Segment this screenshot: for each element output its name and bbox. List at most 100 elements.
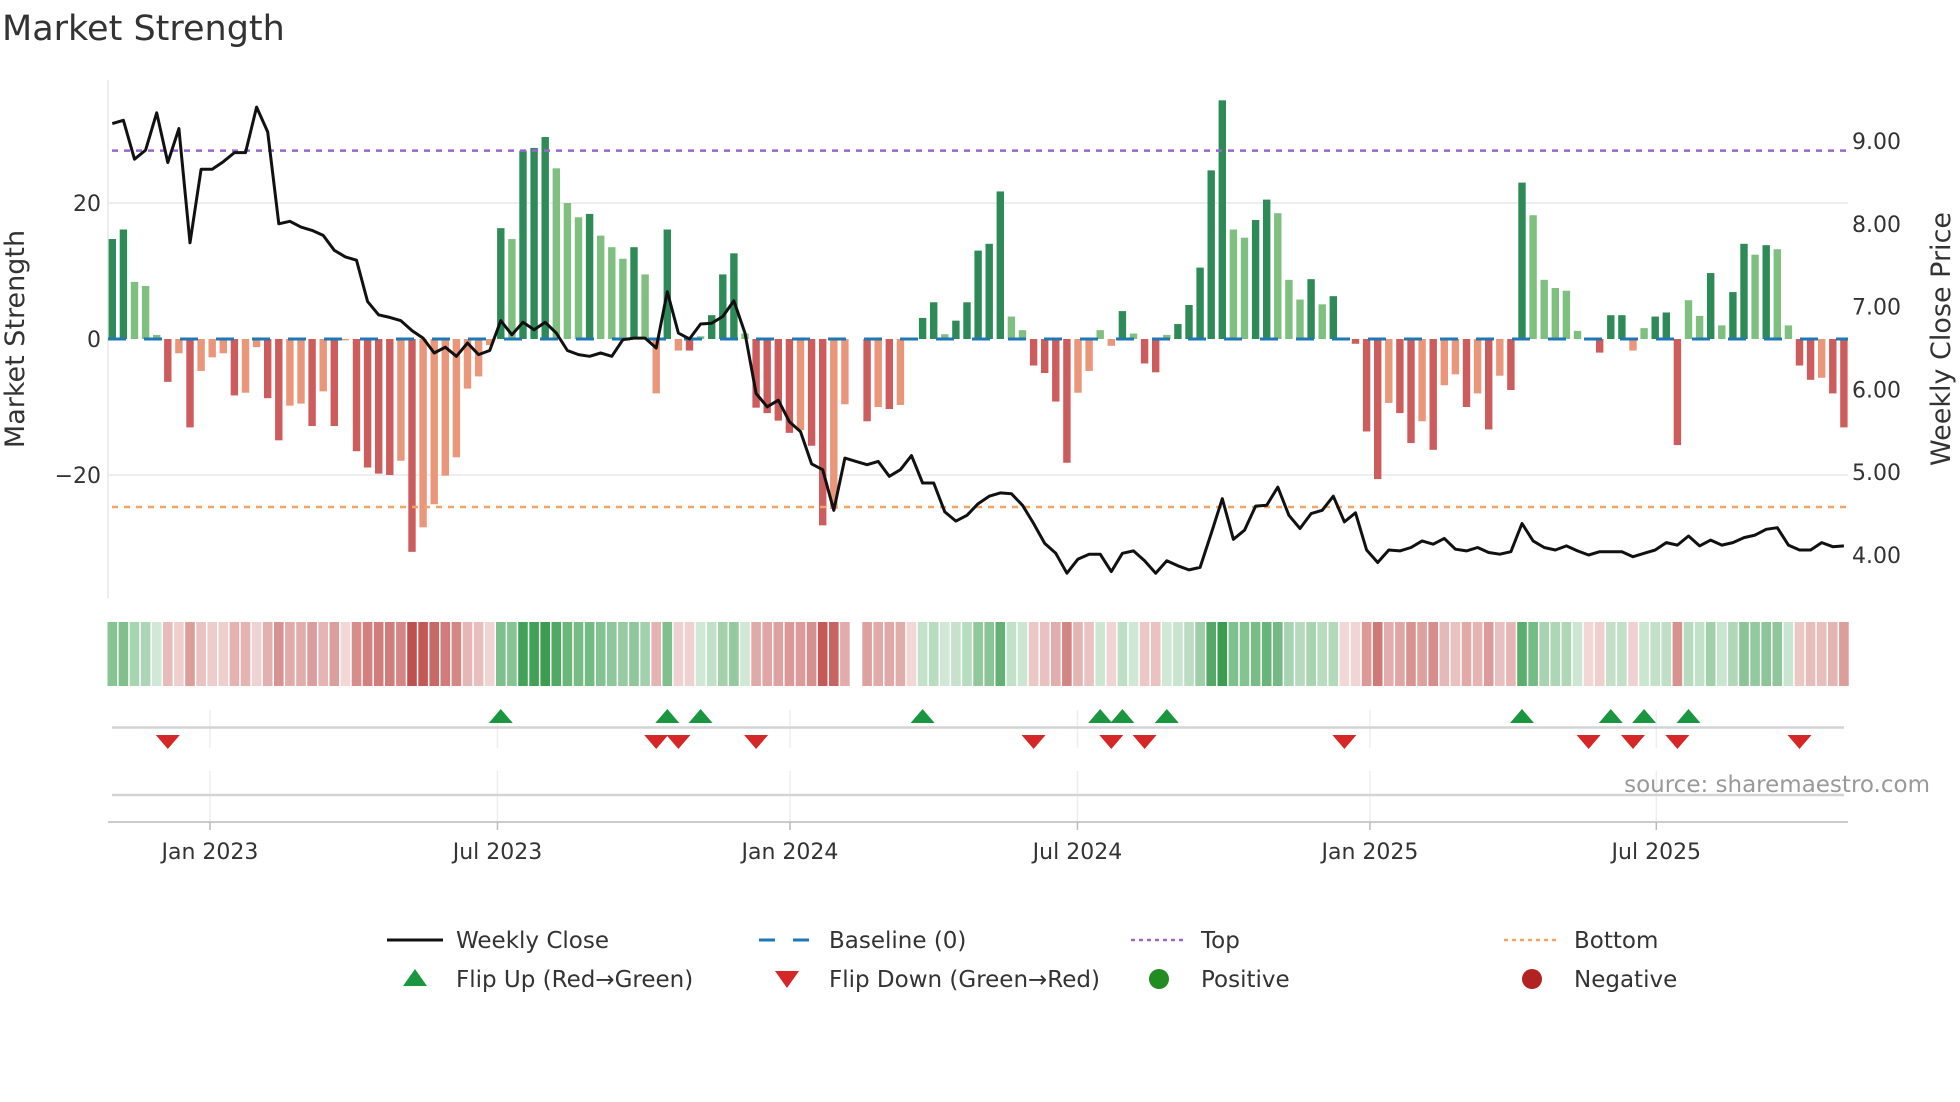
strip-cell (1051, 622, 1061, 686)
strength-bar (597, 235, 605, 339)
legend: Weekly Close Baseline (0) Top Bottom Flip Up… (387, 928, 1677, 993)
strength-bar (1240, 237, 1249, 339)
strip-cell (1428, 622, 1438, 686)
strip-cell (573, 622, 584, 686)
flip-up-marker (1154, 709, 1179, 723)
y2-tick-label: 8.00 (1852, 213, 1901, 238)
strip-cell (307, 622, 317, 686)
strip-cell (1450, 622, 1461, 686)
strip-cell (1139, 622, 1150, 686)
strip-cell (262, 622, 273, 686)
strip-cell (1805, 622, 1816, 686)
strip-cell (1150, 622, 1161, 686)
strength-bar (1251, 220, 1260, 339)
strip-cell (451, 622, 462, 686)
strip-cell (1561, 622, 1572, 686)
strip-cell (218, 622, 229, 686)
strength-bar (1374, 339, 1382, 480)
strength-bar (1473, 339, 1482, 394)
strength-bar (719, 274, 727, 339)
strip-cell (507, 622, 517, 686)
strength-bar (1840, 339, 1848, 428)
strip-cell (1539, 622, 1549, 686)
strength-bar (1218, 100, 1226, 339)
strength-bar (1307, 279, 1315, 339)
strength-bar (1540, 279, 1548, 339)
strip-cell (396, 622, 406, 686)
legend-label: Negative (1574, 967, 1677, 993)
strength-bar (885, 339, 893, 410)
legend-item: Flip Down (Green→Red) (775, 967, 1100, 993)
flip-down-marker (1787, 735, 1812, 749)
strip-cell (240, 622, 251, 686)
chart-title: Market Strength (2, 9, 285, 49)
circle-icon (1149, 969, 1169, 989)
strength-bar (541, 137, 549, 339)
flip-up-marker (655, 709, 680, 723)
legend-label: Top (1200, 928, 1240, 954)
strength-bar (1485, 339, 1493, 430)
strength-bar (408, 339, 416, 552)
strip-cell (129, 622, 140, 686)
strength-bar (386, 339, 394, 475)
strip-cell (1417, 622, 1427, 686)
flip-down-marker (1332, 735, 1357, 749)
strength-bar (297, 339, 305, 404)
strip-cell (1284, 622, 1294, 686)
strip-cell (1084, 622, 1094, 686)
strength-bar (375, 339, 383, 474)
legend-item: Top (1131, 928, 1240, 954)
strength-bar (197, 339, 205, 371)
strip-cell (540, 622, 550, 686)
strength-bar (352, 339, 361, 452)
strip-cell (518, 622, 528, 686)
legend-item: Negative (1522, 967, 1677, 993)
strength-bar (1551, 288, 1559, 339)
strip-cell (296, 622, 306, 686)
strip-cell (1261, 622, 1272, 686)
strength-bar (363, 339, 372, 468)
strip-cell (1406, 622, 1416, 686)
strip-cell (1439, 622, 1450, 686)
strength-bar (419, 339, 427, 528)
flip-down-marker (1132, 735, 1157, 749)
strip-cell (840, 622, 850, 686)
strip-cell (1739, 622, 1749, 686)
strip-cell (995, 622, 1006, 686)
flip-down-marker (1021, 735, 1046, 749)
strip-cell (1206, 622, 1216, 686)
strength-bar (141, 285, 150, 339)
strip-cell (1361, 622, 1372, 686)
strip-cell (1639, 622, 1649, 686)
flip-down-marker (644, 735, 669, 749)
strip-cell (1250, 622, 1261, 686)
strength-bar (1518, 182, 1526, 339)
strip-cell (773, 622, 784, 686)
strength-bar (1784, 325, 1793, 339)
strength-bar (286, 339, 294, 406)
strip-cell (895, 622, 906, 686)
strength-bar (1285, 279, 1293, 339)
strength-bar (519, 150, 527, 339)
strength-bar (1052, 339, 1060, 402)
strength-bar (685, 339, 694, 351)
flip-up-marker (1676, 709, 1701, 723)
strength-bar (1085, 339, 1093, 371)
strip-cell (607, 622, 617, 686)
strip-cell (1117, 622, 1128, 686)
strip-cell (1572, 622, 1583, 686)
strip-cell (274, 622, 284, 686)
strength-bar (841, 339, 849, 405)
strength-bar (1041, 339, 1049, 373)
legend-item: Bottom (1504, 928, 1658, 954)
strength-bar (863, 339, 871, 422)
strength-bar (1740, 243, 1748, 339)
flip-down-marker (1621, 735, 1645, 749)
strength-bars (108, 100, 1848, 552)
strip-cell (118, 622, 129, 686)
strength-bar (508, 239, 516, 339)
strip-cell (229, 622, 240, 686)
strength-bar (1385, 339, 1393, 403)
strip-cell (906, 622, 917, 686)
strength-bar (1729, 292, 1737, 339)
